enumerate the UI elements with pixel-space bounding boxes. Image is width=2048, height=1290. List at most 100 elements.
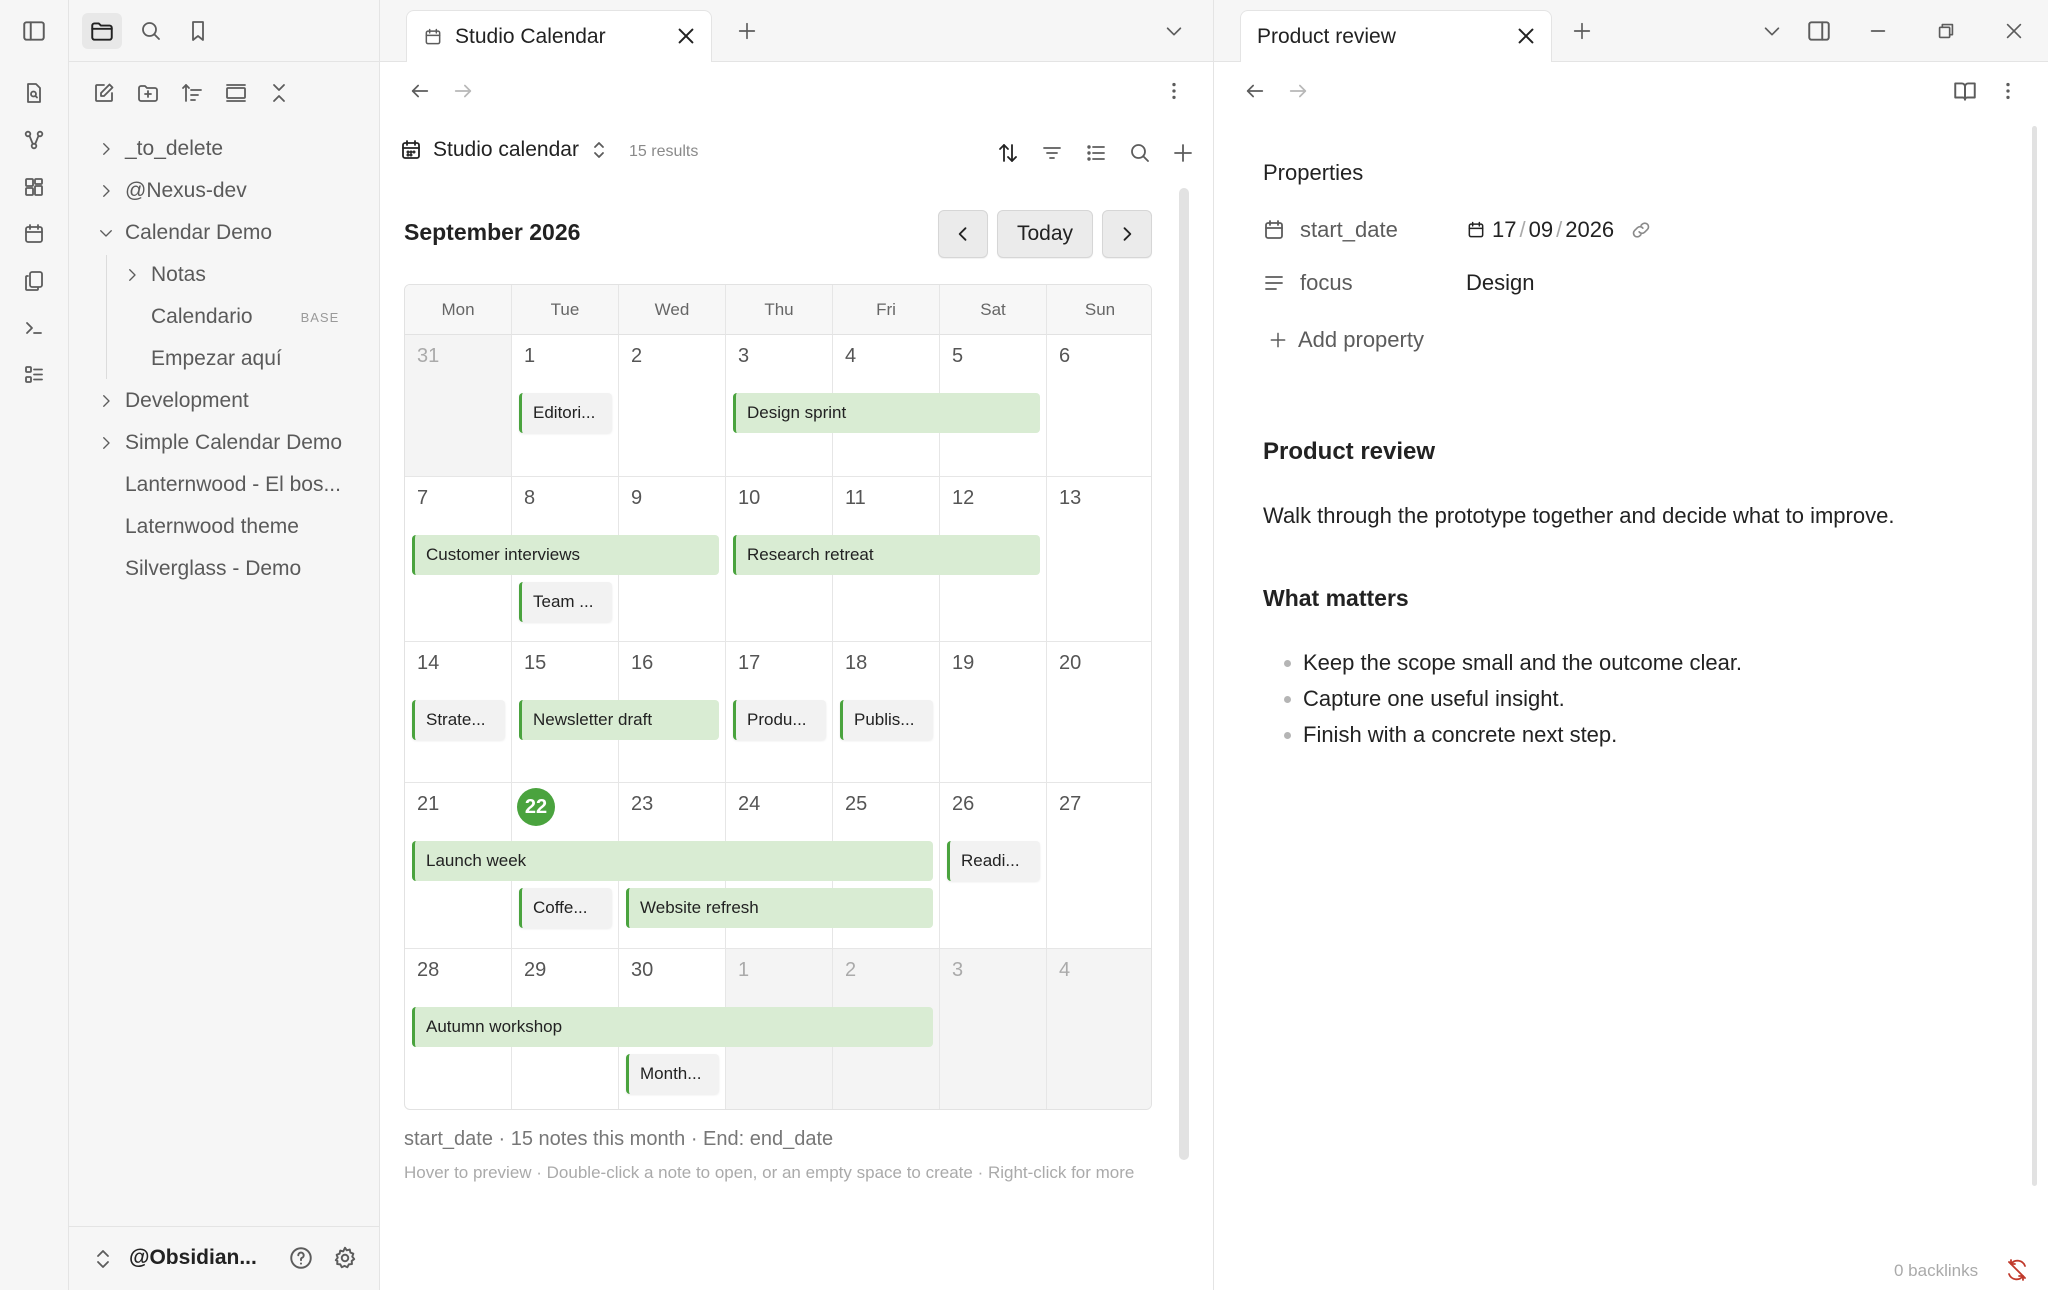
new-tab-plus-icon[interactable] xyxy=(1565,14,1599,48)
day-number: 23 xyxy=(631,793,654,815)
calendar-event[interactable]: Strate... xyxy=(412,700,505,740)
calendar-event[interactable]: Research retreat xyxy=(733,535,1040,575)
note-scrollbar[interactable] xyxy=(2032,126,2037,1186)
date-picker-icon[interactable] xyxy=(1466,220,1486,240)
day-number: 18 xyxy=(845,652,868,674)
close-tab-icon[interactable] xyxy=(675,25,697,47)
today-button[interactable]: Today xyxy=(997,210,1093,258)
restore-window-icon[interactable] xyxy=(1929,14,1963,48)
forward-arrow-icon[interactable] xyxy=(1281,74,1315,108)
graph-view-icon[interactable] xyxy=(18,124,50,156)
add-property-label: Add property xyxy=(1298,327,1424,352)
calendar-event[interactable]: Month... xyxy=(626,1054,719,1094)
calendar-event[interactable]: Produ... xyxy=(733,700,826,740)
calendar-event[interactable]: Publis... xyxy=(840,700,933,740)
calendar-day-cell[interactable]: 4 xyxy=(1047,949,1151,1109)
search-icon[interactable] xyxy=(1123,136,1157,170)
tab-list-chevron-down-icon[interactable] xyxy=(1157,14,1191,48)
open-quick-switcher-icon[interactable] xyxy=(18,77,50,109)
calendar-event[interactable]: Customer interviews xyxy=(412,535,719,575)
reading-view-book-icon[interactable] xyxy=(1948,74,1982,108)
tree-folder-item[interactable]: @Nexus-dev xyxy=(93,173,247,209)
vault-switch-chevrons-icon[interactable] xyxy=(93,1247,113,1271)
date-value-field[interactable]: 17 / 09 / 2026 xyxy=(1466,217,1652,243)
property-key[interactable]: start_date xyxy=(1300,217,1466,243)
calendar-icon[interactable] xyxy=(18,218,50,250)
forward-arrow-icon[interactable] xyxy=(446,74,480,108)
tree-file-item[interactable]: Laternwood theme xyxy=(93,509,299,545)
files-tab-folder-icon[interactable] xyxy=(82,13,122,49)
calendar-day-cell[interactable]: 19 xyxy=(940,642,1047,783)
calendar-day-cell[interactable]: 20 xyxy=(1047,642,1151,783)
calendar-event[interactable]: Launch week xyxy=(412,841,933,881)
tab-list-chevron-down-icon[interactable] xyxy=(1755,14,1789,48)
more-options-icon[interactable] xyxy=(1991,74,2025,108)
minimize-window-icon[interactable] xyxy=(1861,14,1895,48)
tree-folder-item[interactable]: Calendar Demo xyxy=(93,215,272,251)
tree-file-item[interactable]: Empezar aquí xyxy=(119,341,282,377)
calendar-day-cell[interactable]: 3 xyxy=(940,949,1047,1109)
calendar-event[interactable]: Website refresh xyxy=(626,888,933,928)
tree-file-item[interactable]: Calendario BASE xyxy=(119,299,339,335)
task-list-icon[interactable] xyxy=(18,359,50,391)
calendar-event[interactable]: Editori... xyxy=(519,393,612,433)
tree-file-item[interactable]: Silverglass - Demo xyxy=(93,551,301,587)
calendar-day-cell[interactable]: 6 xyxy=(1047,335,1151,477)
tree-file-item[interactable]: Lanternwood - El bos... xyxy=(93,467,341,503)
tree-folder-item[interactable]: Development xyxy=(93,383,249,419)
toggle-left-sidebar-icon[interactable] xyxy=(18,15,50,47)
weekday-header: Fri xyxy=(833,285,940,335)
calendar-event[interactable]: Newsletter draft xyxy=(519,700,719,740)
new-tab-plus-icon[interactable] xyxy=(730,14,764,48)
calendar-scrollbar[interactable] xyxy=(1179,188,1189,1160)
close-tab-icon[interactable] xyxy=(1515,25,1537,47)
vault-name[interactable]: @Obsidian... xyxy=(129,1246,257,1270)
property-key[interactable]: focus xyxy=(1300,270,1466,296)
canvas-icon[interactable] xyxy=(18,171,50,203)
back-arrow-icon[interactable] xyxy=(1238,74,1272,108)
tree-folder-item[interactable]: Notas xyxy=(119,257,206,293)
templates-icon[interactable] xyxy=(18,265,50,297)
results-count: 15 results xyxy=(629,143,699,160)
property-value[interactable]: Design xyxy=(1466,270,1534,296)
help-icon[interactable] xyxy=(288,1245,314,1271)
close-window-icon[interactable] xyxy=(1997,14,2031,48)
backlinks-count[interactable]: 0 backlinks xyxy=(1894,1261,1978,1281)
collapse-all-icon[interactable] xyxy=(262,76,296,110)
settings-gear-icon[interactable] xyxy=(332,1245,358,1271)
bookmarks-tab-bookmark-icon[interactable] xyxy=(178,13,218,49)
tab-studio-calendar[interactable]: Studio Calendar xyxy=(406,10,712,62)
properties-heading: Properties xyxy=(1263,160,1364,185)
calendar-day-cell[interactable]: 2 xyxy=(619,335,726,477)
next-month-button[interactable] xyxy=(1102,210,1152,258)
calendar-event[interactable]: Team ... xyxy=(519,582,612,622)
view-selector[interactable]: Studio calendar xyxy=(399,138,607,162)
previous-month-button[interactable] xyxy=(938,210,988,258)
add-item-plus-icon[interactable] xyxy=(1166,136,1200,170)
back-arrow-icon[interactable] xyxy=(403,74,437,108)
sync-status-icon[interactable] xyxy=(2005,1258,2029,1282)
terminal-icon[interactable] xyxy=(18,312,50,344)
calendar-day-cell[interactable]: 13 xyxy=(1047,477,1151,642)
calendar-event[interactable]: Coffe... xyxy=(519,888,612,928)
calendar-event[interactable]: Readi... xyxy=(947,841,1040,881)
new-folder-icon[interactable] xyxy=(131,76,165,110)
toggle-right-sidebar-icon[interactable] xyxy=(1802,14,1836,48)
link-icon[interactable] xyxy=(1630,219,1652,241)
sort-icon[interactable] xyxy=(991,136,1025,170)
search-tab-search-icon[interactable] xyxy=(131,13,171,49)
tab-product-review[interactable]: Product review xyxy=(1240,10,1552,62)
auto-reveal-icon[interactable] xyxy=(219,76,253,110)
tree-folder-item[interactable]: Simple Calendar Demo xyxy=(93,425,342,461)
filter-icon[interactable] xyxy=(1035,136,1069,170)
tree-folder-item[interactable]: _to_delete xyxy=(93,131,223,167)
sort-order-icon[interactable] xyxy=(175,76,209,110)
calendar-day-cell[interactable]: 27 xyxy=(1047,783,1151,949)
more-options-icon[interactable] xyxy=(1157,74,1191,108)
calendar-day-cell[interactable]: 31 xyxy=(405,335,512,477)
properties-list-icon[interactable] xyxy=(1079,136,1113,170)
calendar-event[interactable]: Design sprint xyxy=(733,393,1040,433)
new-note-icon[interactable] xyxy=(87,76,121,110)
add-property-button[interactable]: Add property xyxy=(1268,320,1424,360)
calendar-event[interactable]: Autumn workshop xyxy=(412,1007,933,1047)
